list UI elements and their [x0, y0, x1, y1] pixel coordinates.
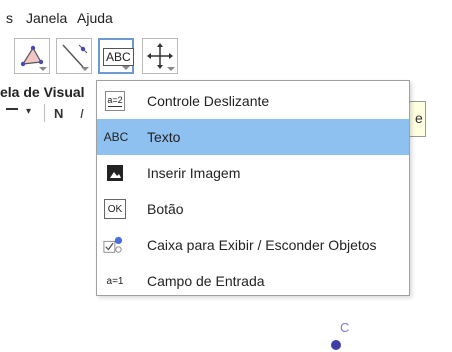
menu-item-label: Inserir Imagem: [147, 165, 241, 181]
menu-item-slider[interactable]: a=2 Controle Deslizante: [97, 83, 409, 119]
chevron-down-icon[interactable]: ▾: [26, 106, 31, 117]
image-icon: [107, 165, 123, 181]
menu-item-label: Botão: [147, 201, 184, 217]
point-label: C: [340, 320, 350, 335]
point-c[interactable]: [331, 340, 341, 350]
italic-button[interactable]: I: [80, 106, 84, 121]
move-graphics-view-tool-button[interactable]: [142, 38, 178, 74]
perpendicular-line-tool-button[interactable]: [56, 38, 92, 74]
menu-item-label: Caixa para Exibir / Esconder Objetos: [147, 237, 377, 253]
menu-item-text[interactable]: ABC Texto: [97, 119, 409, 155]
menu-item-ajuda[interactable]: Ajuda: [77, 10, 113, 26]
dropdown-arrow-icon: [39, 67, 47, 71]
bold-button[interactable]: N: [54, 106, 63, 121]
divider: [44, 104, 45, 122]
tool-dropdown-menu: a=2 Controle Deslizante ABC Texto Inseri…: [96, 80, 410, 296]
polygon-tool-button[interactable]: [14, 38, 50, 74]
menu-item-partial[interactable]: s: [6, 10, 13, 26]
dropdown-arrow-icon: [167, 67, 175, 71]
slider-icon: a=2: [105, 91, 125, 111]
checkbox-icon: [103, 235, 123, 255]
ok-button-icon: OK: [104, 199, 126, 219]
text-tool-button[interactable]: ABC: [98, 38, 134, 74]
text-tool-icon: ABC: [103, 48, 134, 66]
text-icon: ABC: [103, 130, 129, 144]
menu-item-input-box[interactable]: a=1 Campo de Entrada: [97, 263, 409, 299]
menu-bar: s Janela Ajuda: [0, 0, 452, 34]
menu-item-checkbox[interactable]: Caixa para Exibir / Esconder Objetos: [97, 227, 409, 263]
menu-item-label: Controle Deslizante: [147, 93, 270, 109]
menu-item-button[interactable]: OK Botão: [97, 191, 409, 227]
input-box-icon: a=1: [106, 275, 124, 287]
format-bar: ▾ N I: [0, 104, 100, 124]
dropdown-arrow-icon: [122, 66, 130, 70]
menu-item-label: Texto: [147, 129, 181, 145]
menu-item-insert-image[interactable]: Inserir Imagem: [97, 155, 409, 191]
menu-item-janela[interactable]: Janela: [26, 10, 67, 26]
dropdown-arrow-icon: [81, 67, 89, 71]
underline-color-icon[interactable]: [6, 108, 18, 110]
menu-item-label: Campo de Entrada: [147, 273, 265, 289]
